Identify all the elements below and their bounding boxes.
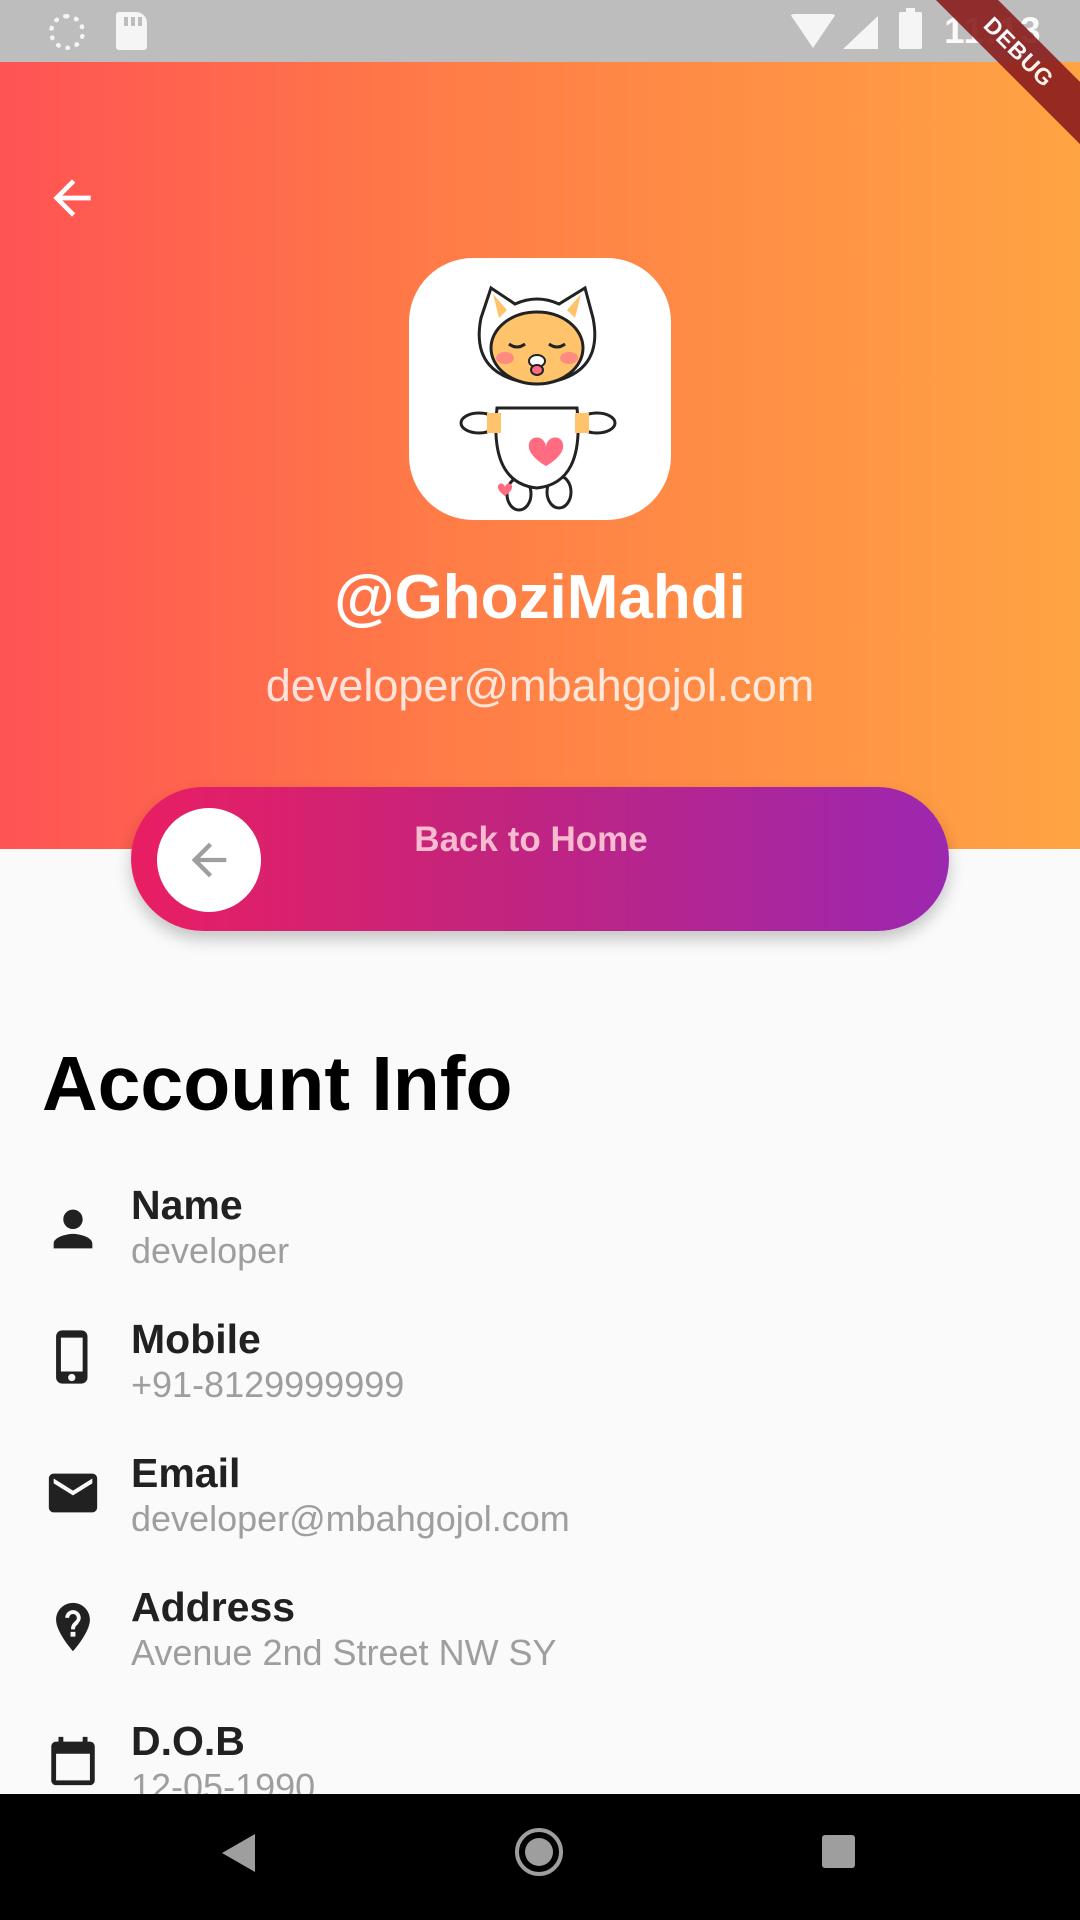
info-row-mobile: Mobile +91-8129999999 [0, 1316, 1080, 1426]
info-label: Mobile [131, 1316, 261, 1362]
back-to-home-label: Back to Home [414, 820, 648, 859]
calendar-icon [51, 1736, 95, 1786]
info-row-name: Name developer [0, 1182, 1080, 1292]
status-bar: 11:13 [0, 0, 1080, 62]
person-icon [53, 1209, 93, 1249]
back-to-home-button[interactable]: Back to Home [131, 787, 949, 931]
info-row-email: Email developer@mbahgojol.com [0, 1450, 1080, 1560]
info-label: Email [131, 1450, 241, 1496]
info-label: Name [131, 1182, 243, 1228]
info-value: +91-8129999999 [131, 1364, 405, 1405]
avatar [409, 258, 671, 520]
header-email: developer@mbahgojol.com [265, 660, 815, 711]
sync-icon [49, 14, 85, 50]
back-arrow-icon[interactable] [44, 170, 100, 226]
home-icon[interactable] [515, 1828, 563, 1876]
info-value: developer [131, 1230, 290, 1271]
recents-icon[interactable] [822, 1835, 855, 1868]
info-label: D.O.B [131, 1718, 245, 1764]
battery-icon [899, 8, 922, 49]
info-row-address: Address Avenue 2nd Street NW SY [0, 1584, 1080, 1694]
account-info-title: Account Info [42, 1041, 513, 1127]
mail-icon [48, 1473, 98, 1513]
wifi-icon [790, 14, 836, 48]
back-to-home-circle[interactable] [157, 808, 261, 912]
phone-icon [56, 1330, 88, 1384]
info-value: Avenue 2nd Street NW SY [131, 1632, 557, 1673]
system-nav-bar [0, 1794, 1080, 1920]
profile-header: @GhoziMahdi developer@mbahgojol.com [0, 62, 1080, 849]
location-icon [56, 1602, 90, 1652]
cat-mascot-image [459, 285, 617, 512]
signal-icon [843, 16, 878, 49]
arrow-left-icon [191, 842, 227, 878]
back-icon[interactable] [222, 1834, 255, 1872]
info-label: Address [131, 1584, 296, 1630]
username: @GhoziMahdi [334, 563, 746, 632]
info-value: developer@mbahgojol.com [131, 1498, 570, 1539]
sd-card-icon [116, 12, 147, 50]
